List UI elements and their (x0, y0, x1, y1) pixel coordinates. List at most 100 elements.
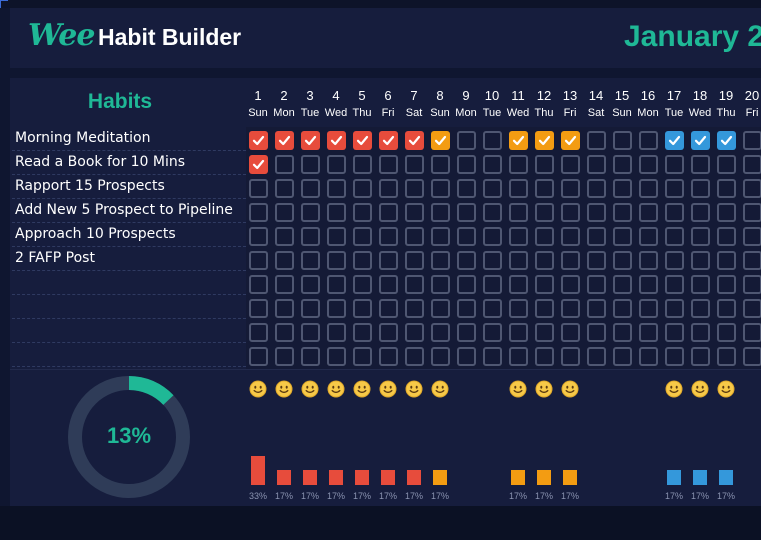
habit-checkbox[interactable] (690, 202, 710, 222)
habit-checkbox[interactable] (352, 154, 372, 174)
habit-checkbox[interactable] (742, 202, 761, 222)
habit-checkbox[interactable] (404, 274, 424, 294)
habit-checkbox[interactable] (612, 322, 632, 342)
habit-checkbox[interactable] (560, 250, 580, 270)
habit-checkbox[interactable] (482, 154, 502, 174)
habit-checkbox[interactable] (482, 298, 502, 318)
habit-checkbox[interactable] (430, 298, 450, 318)
habit-checkbox[interactable] (456, 274, 476, 294)
habit-checkbox[interactable] (326, 322, 346, 342)
habit-checkbox[interactable] (534, 250, 554, 270)
habit-checkbox[interactable] (248, 250, 268, 270)
habit-checkbox[interactable] (742, 298, 761, 318)
habit-checkbox[interactable] (534, 130, 554, 150)
habit-checkbox[interactable] (638, 154, 658, 174)
habit-row[interactable]: Add New 5 Prospect to Pipeline (12, 200, 246, 223)
habit-checkbox[interactable] (430, 274, 450, 294)
habit-checkbox[interactable] (716, 130, 736, 150)
habit-checkbox[interactable] (742, 274, 761, 294)
habit-row[interactable]: Morning Meditation (12, 128, 246, 151)
habit-checkbox[interactable] (482, 178, 502, 198)
habit-checkbox[interactable] (248, 154, 268, 174)
habit-checkbox[interactable] (716, 202, 736, 222)
habit-checkbox[interactable] (612, 250, 632, 270)
habit-checkbox[interactable] (690, 154, 710, 174)
habit-checkbox[interactable] (664, 250, 684, 270)
habit-checkbox[interactable] (638, 130, 658, 150)
habit-checkbox[interactable] (274, 346, 294, 366)
habit-checkbox[interactable] (586, 178, 606, 198)
habit-checkbox[interactable] (586, 274, 606, 294)
habit-row[interactable] (12, 272, 246, 295)
habit-checkbox[interactable] (378, 346, 398, 366)
habit-checkbox[interactable] (586, 226, 606, 246)
habit-checkbox[interactable] (742, 130, 761, 150)
habit-checkbox[interactable] (612, 130, 632, 150)
habit-checkbox[interactable] (300, 250, 320, 270)
habit-checkbox[interactable] (716, 226, 736, 246)
habit-checkbox[interactable] (534, 178, 554, 198)
habit-checkbox[interactable] (690, 250, 710, 270)
habit-checkbox[interactable] (612, 226, 632, 246)
habit-checkbox[interactable] (248, 202, 268, 222)
habit-checkbox[interactable] (716, 154, 736, 174)
habit-checkbox[interactable] (300, 322, 320, 342)
habit-checkbox[interactable] (664, 226, 684, 246)
habit-checkbox[interactable] (534, 322, 554, 342)
habit-checkbox[interactable] (274, 226, 294, 246)
habit-checkbox[interactable] (482, 250, 502, 270)
habit-checkbox[interactable] (638, 226, 658, 246)
habit-checkbox[interactable] (430, 226, 450, 246)
habit-checkbox[interactable] (300, 274, 320, 294)
habit-checkbox[interactable] (430, 346, 450, 366)
habit-checkbox[interactable] (534, 202, 554, 222)
habit-checkbox[interactable] (482, 226, 502, 246)
habit-checkbox[interactable] (534, 298, 554, 318)
habit-checkbox[interactable] (274, 202, 294, 222)
habit-checkbox[interactable] (482, 322, 502, 342)
habit-checkbox[interactable] (612, 298, 632, 318)
habit-checkbox[interactable] (404, 250, 424, 270)
habit-checkbox[interactable] (248, 322, 268, 342)
habit-checkbox[interactable] (378, 322, 398, 342)
habit-checkbox[interactable] (508, 274, 528, 294)
habit-checkbox[interactable] (456, 178, 476, 198)
habit-checkbox[interactable] (352, 202, 372, 222)
habit-checkbox[interactable] (326, 154, 346, 174)
habit-checkbox[interactable] (534, 226, 554, 246)
habit-checkbox[interactable] (456, 250, 476, 270)
habit-checkbox[interactable] (742, 250, 761, 270)
habit-checkbox[interactable] (456, 322, 476, 342)
habit-checkbox[interactable] (560, 346, 580, 366)
habit-checkbox[interactable] (456, 202, 476, 222)
habit-checkbox[interactable] (326, 274, 346, 294)
habit-checkbox[interactable] (378, 250, 398, 270)
habit-checkbox[interactable] (690, 298, 710, 318)
habit-checkbox[interactable] (664, 154, 684, 174)
habit-checkbox[interactable] (352, 298, 372, 318)
habit-row[interactable]: Approach 10 Prospects (12, 224, 246, 247)
habit-checkbox[interactable] (352, 274, 372, 294)
habit-checkbox[interactable] (612, 202, 632, 222)
habit-checkbox[interactable] (638, 322, 658, 342)
habit-checkbox[interactable] (274, 274, 294, 294)
habit-checkbox[interactable] (274, 298, 294, 318)
habit-checkbox[interactable] (404, 298, 424, 318)
habit-checkbox[interactable] (560, 298, 580, 318)
habit-checkbox[interactable] (404, 226, 424, 246)
habit-checkbox[interactable] (378, 274, 398, 294)
habit-checkbox[interactable] (508, 178, 528, 198)
habit-checkbox[interactable] (482, 274, 502, 294)
habit-checkbox[interactable] (482, 346, 502, 366)
habit-checkbox[interactable] (690, 226, 710, 246)
habit-checkbox[interactable] (430, 250, 450, 270)
habit-row[interactable] (12, 296, 246, 319)
habit-checkbox[interactable] (300, 298, 320, 318)
habit-checkbox[interactable] (586, 346, 606, 366)
habit-checkbox[interactable] (378, 130, 398, 150)
habit-checkbox[interactable] (456, 298, 476, 318)
habit-checkbox[interactable] (404, 202, 424, 222)
habit-checkbox[interactable] (300, 202, 320, 222)
habit-checkbox[interactable] (508, 226, 528, 246)
habit-checkbox[interactable] (508, 346, 528, 366)
